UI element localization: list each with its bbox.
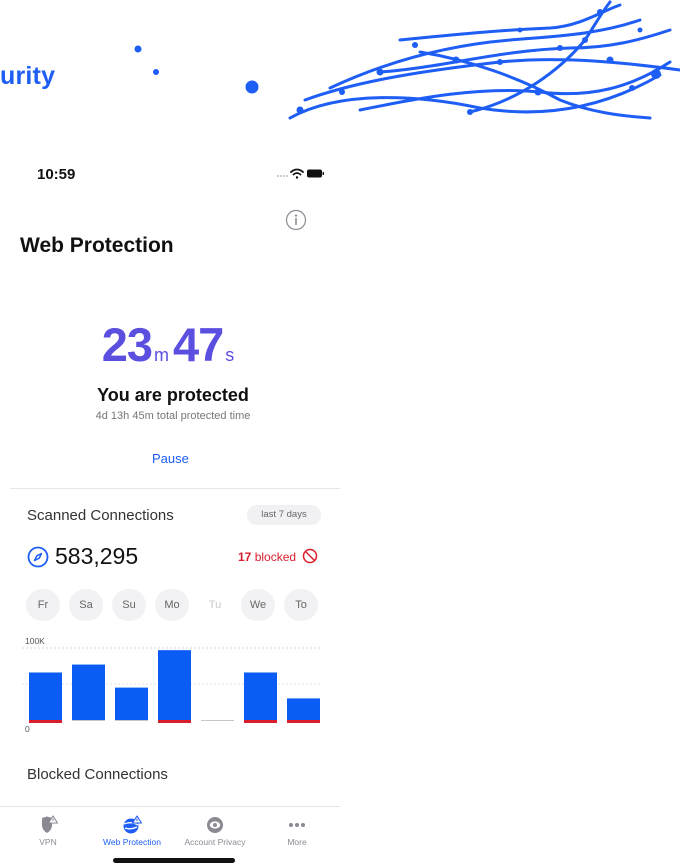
period-selector[interactable]: last 7 days — [247, 505, 321, 525]
day-chip-fr[interactable]: Fr — [26, 589, 60, 621]
blocked-connections-title: Blocked Connections — [27, 766, 168, 783]
phone-screen: 10:59 Web Protection 23 m47 s You are prot… — [0, 140, 340, 865]
tab-more[interactable]: More — [252, 807, 342, 859]
day-chip-su[interactable]: Su — [112, 589, 146, 621]
tab-account-privacy-label: Account Privacy — [184, 837, 246, 847]
scanned-connections-title: Scanned Connections — [27, 507, 174, 524]
chart-blocked-marker-su — [115, 720, 148, 721]
status-icons — [277, 168, 324, 179]
day-chip-we[interactable]: We — [241, 589, 275, 621]
chart-blocked-marker-mo — [158, 720, 191, 723]
blocked-count: 17 — [238, 550, 252, 564]
tab-web-protection-label: Web Protection — [103, 837, 161, 847]
timer-seconds-unit: s — [225, 345, 235, 365]
total-protected-time: 4d 13h 45m total protected time — [95, 410, 251, 422]
chart-blocked-marker-tu — [201, 720, 234, 721]
blocked-icon — [302, 548, 318, 564]
status-bar: 10:59 — [0, 140, 340, 190]
chart-bar-fr — [29, 672, 62, 720]
compass-icon — [27, 546, 49, 568]
chart-bar-sa — [72, 664, 105, 720]
chart-blocked-marker-to — [287, 720, 320, 723]
tab-account-privacy[interactable]: Account Privacy — [170, 807, 260, 859]
tab-vpn[interactable]: VPN — [3, 807, 93, 859]
protection-timer: 23 m47 s — [0, 317, 340, 372]
chart-bar-to — [287, 698, 320, 720]
chart-blocked-marker-sa — [72, 720, 105, 721]
wifi-icon — [290, 168, 304, 179]
scanned-count: 583,295 — [55, 543, 139, 569]
status-time: 10:59 — [37, 166, 76, 183]
blocked-label: blocked — [254, 550, 297, 564]
account-privacy-eye-icon — [207, 817, 223, 833]
web-protection-globe-icon — [123, 815, 143, 834]
tab-vpn-label: VPN — [39, 837, 57, 847]
y-tick-min: 0 — [25, 724, 30, 734]
day-chip-sa[interactable]: Sa — [69, 589, 103, 621]
page-title: Web Protection — [20, 234, 174, 257]
chart-bar-we — [244, 672, 277, 720]
timer-minutes: 23 — [101, 318, 153, 371]
day-chip-mo[interactable]: Mo — [155, 589, 189, 621]
day-chip-to[interactable]: To — [284, 589, 318, 621]
home-indicator — [113, 858, 235, 863]
y-tick-max: 100K — [25, 636, 45, 646]
chart-blocked-marker-fr — [29, 720, 62, 723]
scanned-connections-chart: 100K 0 — [22, 636, 322, 734]
battery-icon — [307, 169, 324, 178]
day-chip-tu[interactable]: Tu — [198, 589, 232, 621]
chart-bar-mo — [158, 650, 191, 720]
protection-status: You are protected — [97, 385, 249, 405]
day-selector: Fr Sa Su Mo Tu We To — [26, 589, 326, 621]
blocked-summary[interactable]: 17 blocked — [238, 550, 296, 564]
more-dots-icon — [289, 823, 305, 827]
timer-minutes-unit: m — [154, 345, 169, 365]
chart-blocked-marker-we — [244, 720, 277, 723]
tab-web-protection[interactable]: Web Protection — [87, 807, 177, 859]
info-icon[interactable] — [285, 209, 307, 231]
banner-network-graphic — [134, 0, 680, 120]
promo-banner: urity — [0, 0, 680, 120]
pause-button[interactable]: Pause — [152, 451, 189, 466]
tab-more-label: More — [287, 837, 307, 847]
vpn-shield-icon — [42, 815, 59, 833]
cellular-signal-icon — [277, 175, 288, 177]
timer-seconds: 47 — [173, 318, 224, 371]
section-divider — [10, 488, 340, 489]
chart-bar-su — [115, 687, 148, 720]
